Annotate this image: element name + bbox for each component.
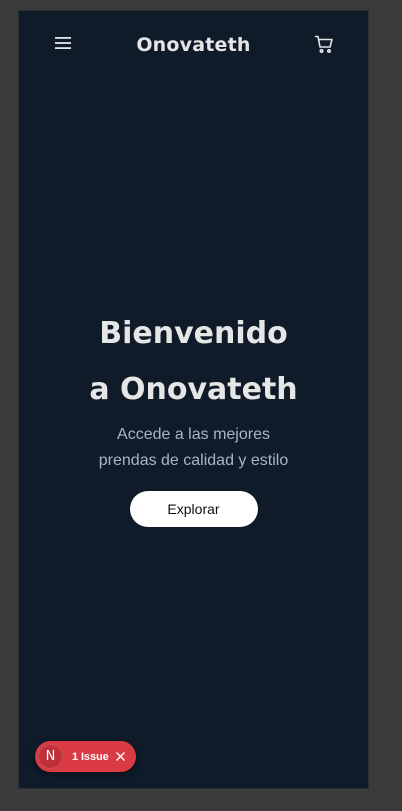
hero-title: Bienvenido a Onovateth [19, 306, 368, 418]
top-navigation-bar: Onovateth [19, 11, 368, 81]
app-screen: Onovateth Bienvenido a Onovateth Accede … [18, 10, 369, 789]
hero-subtitle: Accede a las mejores prendas de calidad … [19, 422, 368, 474]
shopping-cart-icon [314, 34, 334, 59]
browser-viewport: Onovateth Bienvenido a Onovateth Accede … [0, 0, 402, 811]
hero-section: Bienvenido a Onovateth Accede a las mejo… [19, 306, 368, 527]
issues-count-label[interactable]: 1 Issue [72, 751, 109, 763]
explore-button[interactable]: Explorar [129, 491, 258, 527]
hero-title-line-1: Bienvenido [99, 316, 288, 351]
hero-title-line-2: a Onovateth [89, 372, 298, 407]
close-icon[interactable] [115, 751, 127, 763]
nextjs-logo-icon[interactable]: N [38, 744, 63, 769]
hero-subtitle-line-2: prendas de calidad y estilo [98, 452, 289, 469]
cart-button[interactable] [313, 35, 335, 57]
dev-issues-badge[interactable]: N 1 Issue [35, 741, 136, 772]
hero-subtitle-line-1: Accede a las mejores [117, 426, 270, 443]
